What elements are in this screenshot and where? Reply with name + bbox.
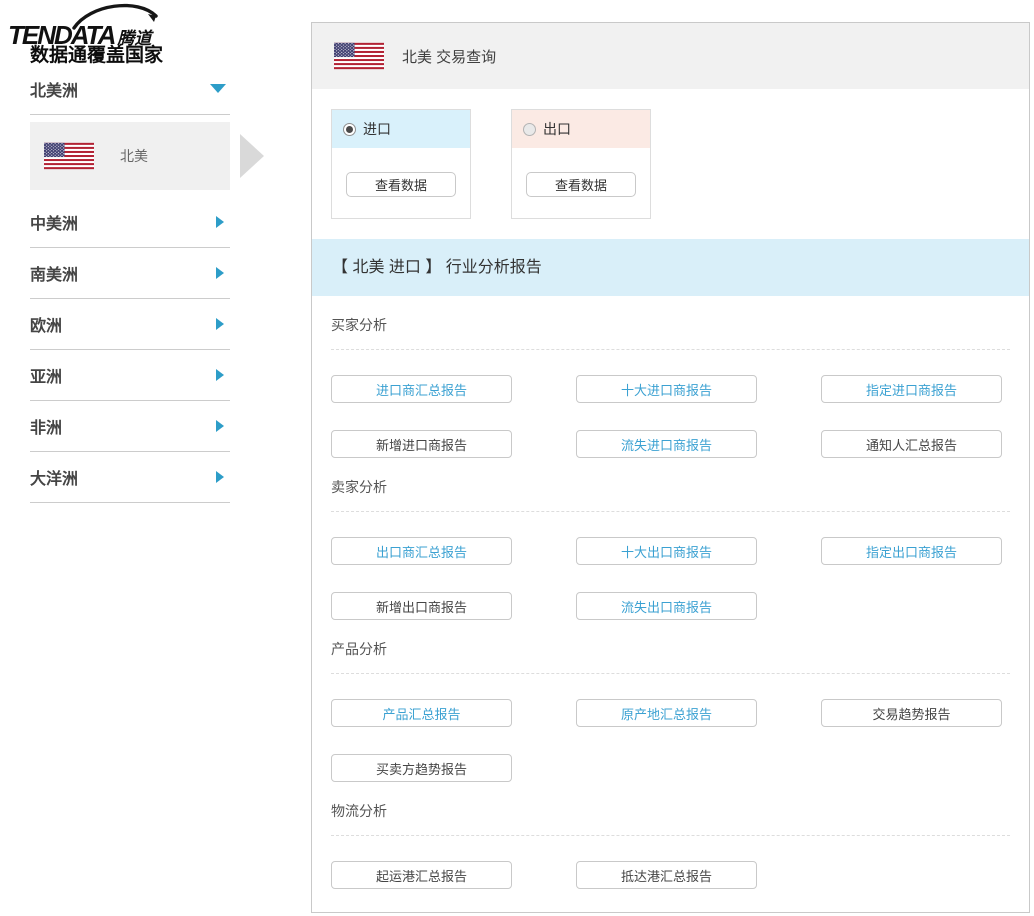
report-button[interactable]: 产品汇总报告: [331, 699, 512, 727]
nav-item-africa[interactable]: 非洲: [30, 401, 230, 452]
nav-item-asia[interactable]: 亚洲: [30, 350, 230, 401]
view-data-button[interactable]: 查看数据: [346, 172, 456, 197]
export-card: 出口 查看数据: [511, 109, 651, 219]
import-card: 进口 查看数据: [331, 109, 471, 219]
region-nav: 北美洲 北美 中美洲 南美洲 欧洲 亚洲 非洲: [30, 63, 230, 503]
chevron-right-icon: [216, 267, 224, 279]
report-button-grid: 起运港汇总报告 抵达港汇总报告: [331, 861, 1010, 889]
chevron-right-icon: [216, 369, 224, 381]
nav-item-label: 中美洲: [30, 210, 78, 234]
section-seller-analysis: 卖家分析 出口商汇总报告 十大出口商报告 指定出口商报告 新增出口商报告 流失出…: [331, 477, 1010, 620]
import-option[interactable]: 进口: [332, 110, 470, 148]
report-button[interactable]: 交易趋势报告: [821, 699, 1002, 727]
nav-item-label: 南美洲: [30, 261, 78, 285]
report-button[interactable]: 进口商汇总报告: [331, 375, 512, 403]
chevron-down-icon: [210, 84, 226, 93]
nav-item-label: 非洲: [30, 414, 62, 438]
chevron-right-icon: [216, 318, 224, 330]
chevron-right-icon: [216, 420, 224, 432]
section-title: 卖家分析: [331, 477, 1010, 497]
report-button-grid: 进口商汇总报告 十大进口商报告 指定进口商报告 新增进口商报告 流失进口商报告 …: [331, 375, 1010, 458]
logo: TENDATA腾道 数据通覆盖国家: [8, 4, 228, 68]
nav-item-oceania[interactable]: 大洋洲: [30, 452, 230, 503]
us-flag-icon: [44, 139, 94, 173]
report-button[interactable]: 出口商汇总报告: [331, 537, 512, 565]
export-label: 出口: [543, 119, 571, 139]
report-button[interactable]: 指定出口商报告: [821, 537, 1002, 565]
nav-item-label: 欧洲: [30, 312, 62, 336]
section-product-analysis: 产品分析 产品汇总报告 原产地汇总报告 交易趋势报告 买卖方趋势报告: [331, 639, 1010, 782]
panel-header: 北美 交易查询: [312, 23, 1029, 89]
report-button[interactable]: 原产地汇总报告: [576, 699, 757, 727]
radio-export[interactable]: [523, 123, 536, 136]
nav-item-south-america[interactable]: 南美洲: [30, 248, 230, 299]
section-divider: [331, 673, 1010, 674]
report-button[interactable]: 通知人汇总报告: [821, 430, 1002, 458]
report-button[interactable]: 十大出口商报告: [576, 537, 757, 565]
main-panel: 北美 交易查询 进口 查看数据 出口 查看数据 【 北美 进口 】 行业分析报告…: [311, 22, 1030, 913]
section-title: 产品分析: [331, 639, 1010, 659]
nav-item-europe[interactable]: 欧洲: [30, 299, 230, 350]
sidebar: TENDATA腾道 数据通覆盖国家 北美洲 北美 中美洲 南美洲 欧洲: [0, 0, 310, 916]
section-title: 物流分析: [331, 801, 1010, 821]
section-divider: [331, 349, 1010, 350]
selected-pointer-icon: [240, 134, 264, 178]
report-button[interactable]: 起运港汇总报告: [331, 861, 512, 889]
report-button[interactable]: 新增出口商报告: [331, 592, 512, 620]
nav-subitem-label: 北美: [120, 146, 148, 166]
section-buyer-analysis: 买家分析 进口商汇总报告 十大进口商报告 指定进口商报告 新增进口商报告 流失进…: [331, 315, 1010, 458]
trade-type-cards: 进口 查看数据 出口 查看数据: [331, 109, 1010, 219]
section-title: 买家分析: [331, 315, 1010, 335]
section-divider: [331, 835, 1010, 836]
us-flag-icon: [334, 39, 384, 73]
report-banner-title: 【 北美 进口 】 行业分析报告: [312, 239, 1029, 296]
nav-subitem-north-america[interactable]: 北美: [30, 122, 230, 190]
nav-item-central-america[interactable]: 中美洲: [30, 197, 230, 248]
report-button[interactable]: 流失进口商报告: [576, 430, 757, 458]
chevron-right-icon: [216, 471, 224, 483]
report-button[interactable]: 抵达港汇总报告: [576, 861, 757, 889]
section-divider: [331, 511, 1010, 512]
report-button[interactable]: 买卖方趋势报告: [331, 754, 512, 782]
panel-body: 进口 查看数据 出口 查看数据 【 北美 进口 】 行业分析报告 买家分析 进口…: [312, 89, 1029, 889]
report-button[interactable]: 十大进口商报告: [576, 375, 757, 403]
nav-item-north-america-group[interactable]: 北美洲: [30, 63, 230, 115]
report-button[interactable]: 新增进口商报告: [331, 430, 512, 458]
report-button-grid: 出口商汇总报告 十大出口商报告 指定出口商报告 新增出口商报告 流失出口商报告: [331, 537, 1010, 620]
report-button-grid: 产品汇总报告 原产地汇总报告 交易趋势报告 买卖方趋势报告: [331, 699, 1010, 782]
import-label: 进口: [363, 119, 391, 139]
nav-item-label: 亚洲: [30, 363, 62, 387]
page-title: 北美 交易查询: [402, 46, 496, 67]
view-data-button[interactable]: 查看数据: [526, 172, 636, 197]
report-button[interactable]: 流失出口商报告: [576, 592, 757, 620]
section-logistics-analysis: 物流分析 起运港汇总报告 抵达港汇总报告: [331, 801, 1010, 889]
export-option[interactable]: 出口: [512, 110, 650, 148]
chevron-right-icon: [216, 216, 224, 228]
nav-item-label: 北美洲: [30, 77, 78, 101]
radio-import[interactable]: [343, 123, 356, 136]
report-button[interactable]: 指定进口商报告: [821, 375, 1002, 403]
nav-item-label: 大洋洲: [30, 465, 78, 489]
